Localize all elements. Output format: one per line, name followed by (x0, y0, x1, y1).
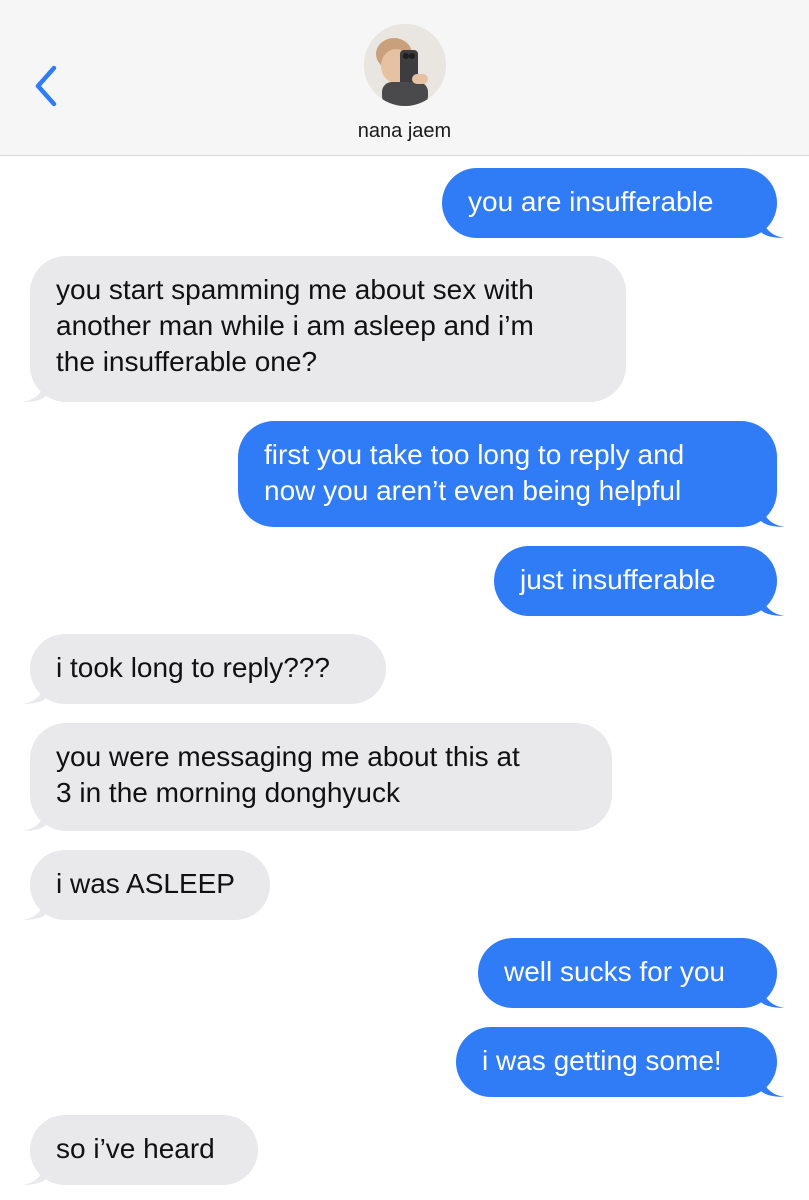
bubble-tail-icon (22, 680, 46, 704)
incoming-message[interactable]: you were messaging me about this at 3 in… (22, 723, 612, 831)
message-line: now you aren’t even being helpful (264, 475, 682, 506)
message-line: you were messaging me about this at (56, 741, 520, 772)
message-line: 3 in the morning donghyuck (56, 777, 400, 808)
bubble-tail-icon (761, 592, 785, 616)
outgoing-message[interactable]: well sucks for you (478, 938, 785, 1008)
message-line: the insufferable one? (56, 346, 318, 377)
bubble-tail-icon (761, 1073, 785, 1097)
contact-name[interactable]: nana jaem (0, 120, 809, 143)
bubble-tail-icon (761, 503, 785, 527)
message-line: just insufferable (520, 564, 716, 595)
message-line: so i’ve heard (56, 1133, 215, 1164)
conversation-header: nana jaem (0, 0, 809, 156)
avatar-image (364, 24, 446, 106)
message-line: you are insufferable (468, 186, 714, 217)
bubble-tail-icon (22, 378, 46, 402)
bubble-tail-icon (761, 214, 785, 238)
bubble-tail-icon (22, 896, 46, 920)
outgoing-message[interactable]: i was getting some! (456, 1027, 785, 1097)
bubble-tail-icon (22, 1161, 46, 1185)
incoming-message[interactable]: so i’ve heard (22, 1115, 258, 1185)
incoming-message[interactable]: you start spamming me about sex with ano… (22, 256, 626, 402)
chevron-left-icon[interactable] (26, 60, 66, 110)
message-line: i took long to reply??? (56, 652, 330, 683)
message-line: first you take too long to reply and (264, 439, 685, 470)
bubble-tail-icon (22, 807, 46, 831)
incoming-message[interactable]: i took long to reply??? (22, 634, 386, 704)
contact-avatar[interactable] (364, 24, 446, 106)
outgoing-message[interactable]: you are insufferable (442, 168, 785, 238)
incoming-message[interactable]: i was ASLEEP (22, 850, 270, 920)
message-line: another man while i am asleep and i’m (56, 310, 534, 341)
message-line: i was getting some! (482, 1045, 722, 1076)
message-line: you start spamming me about sex with (56, 274, 534, 305)
message-line: well sucks for you (504, 956, 725, 987)
outgoing-message[interactable]: first you take too long to reply and now… (238, 421, 785, 527)
message-line: i was ASLEEP (56, 868, 235, 899)
bubble-tail-icon (761, 984, 785, 1008)
outgoing-message[interactable]: just insufferable (494, 546, 785, 616)
